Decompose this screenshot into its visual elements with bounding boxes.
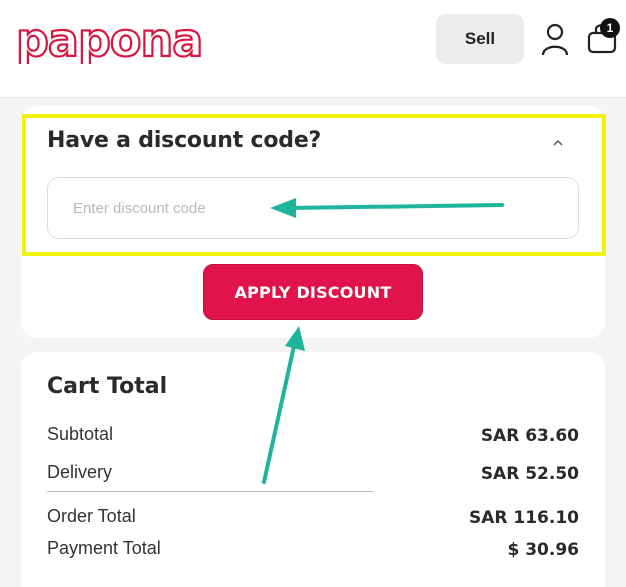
logo-text: papona [16,20,202,64]
discount-title: Have a discount code? [47,128,322,153]
papona-logo[interactable]: papona [14,20,220,64]
cart-count-badge: 1 [600,18,620,38]
cart-total-title: Cart Total [47,374,168,399]
subtotal-label: Subtotal [47,424,114,444]
payment-total-label: Payment Total [47,538,161,558]
delivery-label: Delivery [47,462,113,482]
subtotal-value: SAR 63.60 [480,426,579,446]
order-total-value: SAR 116.10 [468,508,579,528]
discount-code-input[interactable] [47,177,579,239]
apply-discount-button[interactable]: APPLY DISCOUNT [203,264,423,320]
site-header: papona Sell 1 [0,0,626,98]
delivery-value: SAR 52.50 [480,464,579,484]
chevron-up-icon[interactable] [548,134,568,152]
order-total-label: Order Total [47,506,136,526]
sell-button[interactable]: Sell [436,14,524,64]
payment-total-value: $ 30.96 [507,540,579,560]
divider [47,491,373,492]
user-icon[interactable] [540,22,570,56]
